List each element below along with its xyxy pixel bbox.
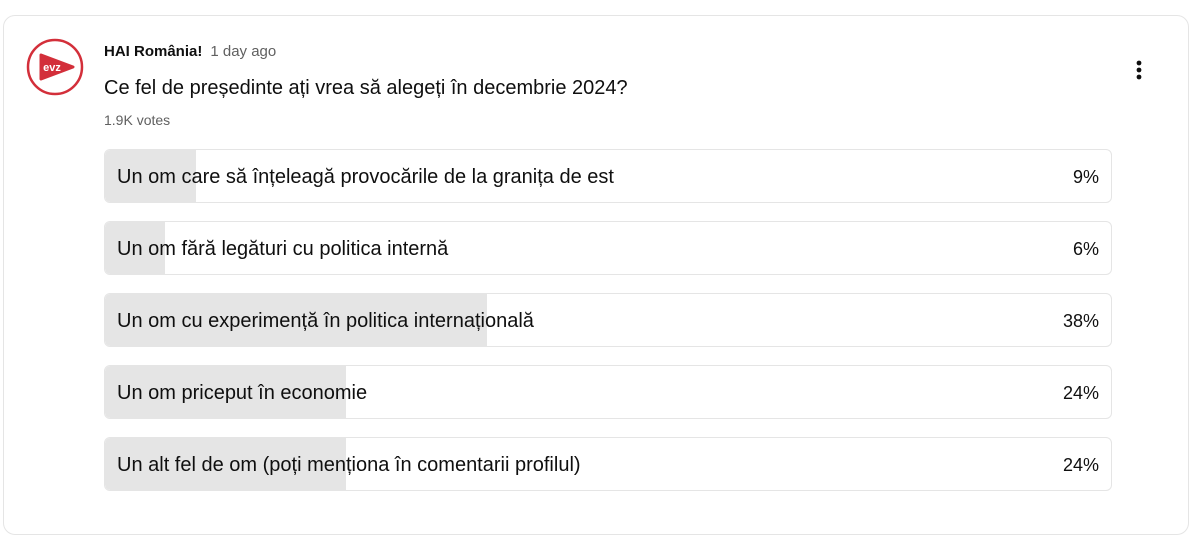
- poll-option[interactable]: Un om fără legături cu politica internă …: [104, 221, 1112, 275]
- poll-option-label: Un om cu experimență în politica interna…: [117, 310, 534, 332]
- channel-avatar[interactable]: evz: [26, 38, 84, 96]
- more-vert-icon: [1136, 60, 1142, 80]
- evz-logo-icon: evz: [26, 38, 84, 96]
- poll-option-percent: 24%: [1062, 383, 1099, 403]
- poll-option-label: Un om care să înțeleagă provocările de l…: [117, 166, 614, 188]
- poll-option[interactable]: Un om priceput în economie 24%: [104, 365, 1112, 419]
- poll-option[interactable]: Un om care să înțeleagă provocările de l…: [104, 149, 1112, 203]
- poll-option[interactable]: Un alt fel de om (poți menționa în comen…: [104, 437, 1112, 491]
- post-header: HAI România! 1 day ago: [104, 42, 276, 62]
- poll-option-percent: 24%: [1062, 455, 1099, 475]
- poll-option-percent: 9%: [1072, 167, 1099, 187]
- logo-text: evz: [43, 62, 61, 74]
- more-options-button[interactable]: [1126, 53, 1152, 87]
- post-timestamp[interactable]: 1 day ago: [210, 43, 276, 60]
- poll-option[interactable]: Un om cu experimență în politica interna…: [104, 293, 1112, 347]
- poll-option-label: Un om priceput în economie: [117, 382, 368, 404]
- channel-name[interactable]: HAI România!: [104, 43, 202, 60]
- poll-question: Ce fel de președinte ați vrea să alegeți…: [104, 77, 628, 99]
- vote-count: 1.9K votes: [104, 112, 171, 128]
- poll-option-label: Un alt fel de om (poți menționa în comen…: [117, 454, 581, 476]
- community-post-card: evz HAI România! 1 day ago Ce fel de preș…: [3, 15, 1189, 535]
- poll-option-percent: 38%: [1062, 311, 1099, 331]
- poll-option-label: Un om fără legături cu politica internă: [117, 238, 449, 260]
- poll-option-percent: 6%: [1072, 239, 1099, 259]
